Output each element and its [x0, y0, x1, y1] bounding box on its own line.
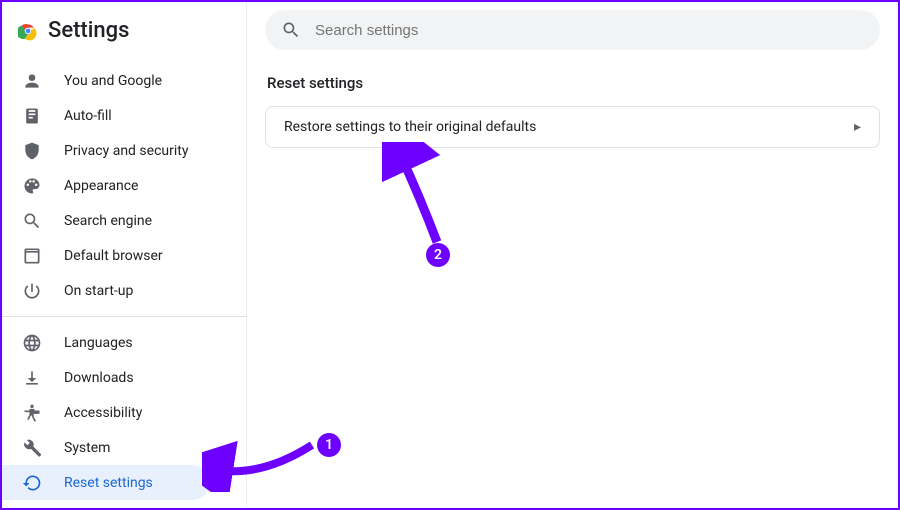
download-icon — [22, 368, 42, 388]
restore-defaults-label: Restore settings to their original defau… — [284, 119, 536, 135]
main: Reset settings Restore settings to their… — [247, 2, 898, 508]
sidebar-item-label: Languages — [64, 335, 133, 351]
autofill-icon — [22, 106, 42, 126]
annotation-arrow-1 — [202, 432, 322, 492]
sidebar-item-you-and-google[interactable]: You and Google — [2, 63, 210, 98]
chrome-logo-icon — [18, 21, 38, 41]
page-title: Settings — [48, 18, 129, 43]
search-icon — [22, 211, 42, 231]
restore-defaults-row[interactable]: Restore settings to their original defau… — [266, 107, 879, 147]
annotation-badge-2: 2 — [426, 243, 450, 267]
sidebar-item-system[interactable]: System — [2, 430, 210, 465]
sidebar-item-label: Default browser — [64, 248, 163, 264]
search-bar[interactable] — [265, 10, 880, 50]
shield-icon — [22, 141, 42, 161]
power-icon — [22, 281, 42, 301]
reset-card: Restore settings to their original defau… — [265, 106, 880, 148]
sidebar-item-label: Auto-fill — [64, 108, 112, 124]
sidebar-item-label: Downloads — [64, 370, 134, 386]
sidebar-item-label: Privacy and security — [64, 143, 188, 159]
sidebar-item-privacy[interactable]: Privacy and security — [2, 133, 210, 168]
annotation-arrow-2 — [382, 142, 462, 252]
sidebar-item-downloads[interactable]: Downloads — [2, 360, 210, 395]
search-input[interactable] — [315, 22, 864, 39]
sidebar-item-accessibility[interactable]: Accessibility — [2, 395, 210, 430]
sidebar-item-label: Appearance — [64, 178, 138, 194]
wrench-icon — [22, 438, 42, 458]
sidebar-item-label: Search engine — [64, 213, 152, 229]
palette-icon — [22, 176, 42, 196]
sidebar-item-label: System — [64, 440, 110, 456]
sidebar-item-label: On start-up — [64, 283, 133, 299]
sidebar-item-label: You and Google — [64, 73, 162, 89]
sidebar-item-appearance[interactable]: Appearance — [2, 168, 210, 203]
section-title: Reset settings — [265, 74, 880, 92]
sidebar-item-search-engine[interactable]: Search engine — [2, 203, 210, 238]
sidebar-item-default-browser[interactable]: Default browser — [2, 238, 210, 273]
sidebar-item-auto-fill[interactable]: Auto-fill — [2, 98, 210, 133]
accessibility-icon — [22, 403, 42, 423]
search-icon — [281, 20, 301, 40]
sidebar-item-label: Accessibility — [64, 405, 142, 421]
sidebar-item-label: Reset settings — [64, 475, 153, 491]
sidebar-divider — [2, 316, 246, 317]
sidebar-item-languages[interactable]: Languages — [2, 325, 210, 360]
sidebar-header: Settings — [2, 8, 246, 53]
sidebar-item-startup[interactable]: On start-up — [2, 273, 210, 308]
sidebar-item-reset-settings[interactable]: Reset settings — [2, 465, 210, 500]
globe-icon — [22, 333, 42, 353]
reset-icon — [22, 473, 42, 493]
annotation-badge-1: 1 — [317, 433, 341, 457]
chevron-right-icon: ▸ — [854, 119, 861, 135]
browser-icon — [22, 246, 42, 266]
person-icon — [22, 71, 42, 91]
